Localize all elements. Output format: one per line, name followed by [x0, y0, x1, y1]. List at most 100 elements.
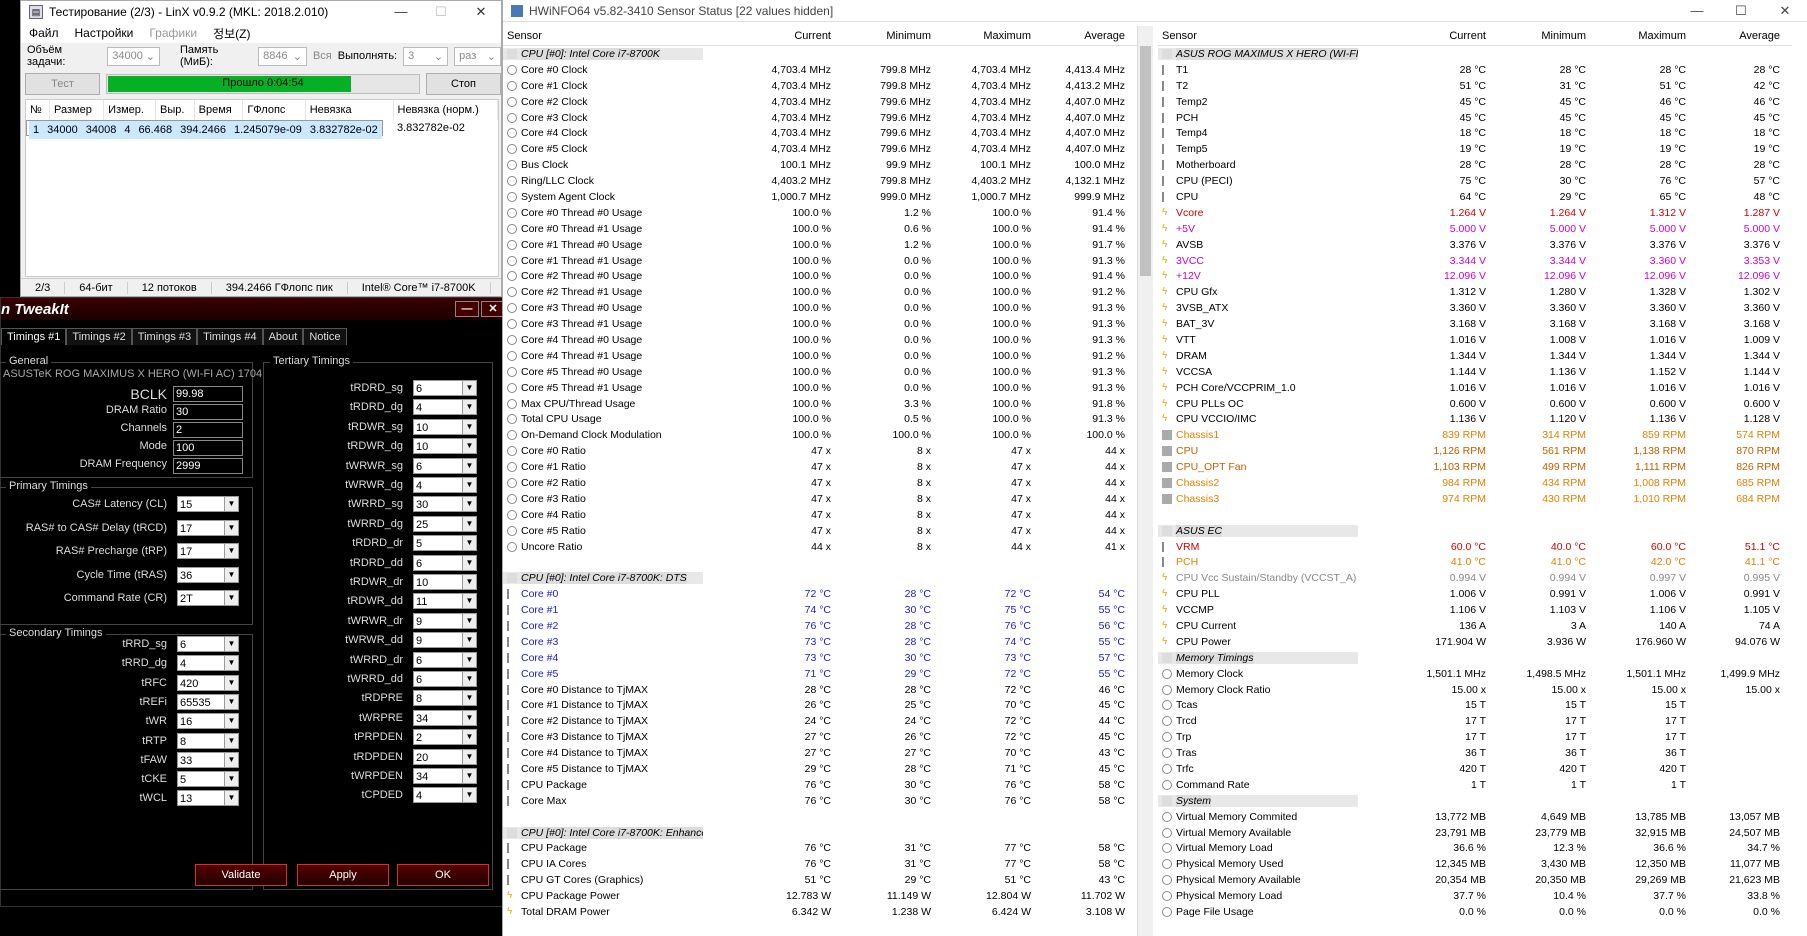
menu-file[interactable]: Файл [29, 26, 59, 40]
sensor-row[interactable] [503, 555, 1137, 571]
timing-select[interactable]: 6 ▼ [413, 554, 477, 571]
timing-select[interactable]: 4 ▼ [413, 399, 477, 416]
tab-timings-1[interactable]: Timings #1 [1, 328, 67, 345]
scrollbar-left[interactable] [1137, 26, 1153, 936]
timing-select[interactable]: 34 ▼ [413, 768, 477, 784]
sensor-row[interactable]: Total CPU Usage 100.0 % 0.5 % 100.0 % 91.3 % [503, 411, 1137, 427]
timing-select[interactable]: 6 ▼ [413, 671, 477, 687]
sensor-row[interactable]: ϟ DRAM 1.344 V 1.344 V 1.344 V 1.344 V [1158, 348, 1792, 364]
timing-select[interactable]: 33 ▼ [177, 751, 239, 768]
sensor-row[interactable]: ϟ CPU Current 136 A 3 A 140 A 74 A [1158, 618, 1792, 634]
sensor-row[interactable]: Core #3 Ratio 47 x 8 x 47 x 44 x [503, 491, 1137, 507]
sensor-row[interactable]: Core #2 76 °C 28 °C 76 °C 56 °C [503, 618, 1137, 634]
close-icon[interactable]: ✕ [461, 4, 501, 20]
timing-select[interactable]: 10 ▼ [413, 438, 477, 455]
minimize-icon[interactable]: — [455, 301, 479, 317]
sensor-row[interactable]: ϟ 3VCC 3.344 V 3.344 V 3.360 V 3.353 V [1158, 253, 1792, 269]
column-header[interactable]: ГФлопс [242, 100, 306, 120]
stop-button[interactable]: Стоп [425, 73, 501, 95]
sensor-row[interactable]: Physical Memory Available 20,354 MB 20,350… [1158, 872, 1792, 888]
run-count-combo[interactable]: 3 ⌄ [403, 46, 449, 66]
timing-select[interactable]: 25 ▼ [413, 515, 477, 532]
sensor-row[interactable]: Core #2 Thread #1 Usage 100.0 % 0.0 % 100.0… [503, 284, 1137, 300]
sensor-row[interactable]: Core #2 Thread #0 Usage 100.0 % 0.0 % 100.0… [503, 268, 1137, 284]
sensor-row[interactable]: Core #4 Clock 4,703.4 MHz 799.6 MHz 4,703.4… [503, 125, 1137, 141]
timing-select[interactable]: 17 ▼ [177, 543, 239, 559]
sensor-row[interactable]: Core #3 Distance to TjMAX 27 °C 26 °C 72 °C… [503, 729, 1137, 745]
tab-about[interactable]: About [262, 328, 304, 345]
tab-notice[interactable]: Notice [303, 328, 347, 345]
timing-select[interactable]: 20 ▼ [413, 748, 477, 765]
timing-select[interactable]: 4 ▼ [413, 787, 477, 804]
timing-select[interactable]: 65535 ▼ [177, 693, 239, 710]
sensor-row[interactable]: Core #1 Thread #0 Usage 100.0 % 1.2 % 100.0… [503, 237, 1137, 253]
sensor-row[interactable]: Core #3 73 °C 28 °C 74 °C 55 °C [503, 634, 1137, 650]
sensor-row[interactable]: Core #1 Ratio 47 x 8 x 47 x 44 x [503, 459, 1137, 475]
linx-titlebar[interactable]: ▤ Тестирование (2/3) - LinX v0.9.2 (MKL:… [21, 1, 501, 23]
timing-select[interactable]: 5 ▼ [177, 771, 239, 788]
sensor-row[interactable]: Core #0 Clock 4,703.4 MHz 799.8 MHz 4,703.4… [503, 62, 1137, 78]
sensor-row[interactable]: ϟ CPU VCCIO/IMC 1.136 V 1.120 V 1.136 V 1.128… [1158, 411, 1792, 427]
sensor-row[interactable]: ϟ CPU Gfx 1.312 V 1.280 V 1.328 V 1.302 V [1158, 284, 1792, 300]
sensor-row[interactable]: ϟ PCH Core/VCCPRIM_1.0 1.016 V 1.016 V 1.016… [1158, 380, 1792, 396]
sensor-row[interactable]: Core #3 Thread #1 Usage 100.0 % 0.0 % 100.0… [503, 316, 1137, 332]
sensor-row[interactable]: ϟ BAT_3V 3.168 V 3.168 V 3.168 V 3.168 V [1158, 316, 1792, 332]
sensor-row[interactable]: Memory Clock Ratio 15.00 x 15.00 x 15.00 x 1… [1158, 682, 1792, 698]
timing-select[interactable]: 6 ▼ [413, 380, 477, 396]
sensor-row[interactable]: ϟ CPU Vcc Sustain/Standby (VCCST_A) 0.994 … [1158, 570, 1792, 586]
timing-select[interactable]: 6 ▼ [413, 457, 477, 474]
scroll-thumb[interactable] [1140, 46, 1151, 276]
sensor-row[interactable]: Core #0 Ratio 47 x 8 x 47 x 44 x [503, 443, 1137, 459]
timing-select[interactable]: 2T ▼ [177, 590, 239, 606]
sensor-group[interactable]: ASUS EC [1158, 522, 1792, 539]
timing-select[interactable]: 17 ▼ [177, 519, 239, 536]
sensor-row[interactable]: ϟ CPU PLLs OC 0.600 V 0.600 V 0.600 V 0.600 V [1158, 396, 1792, 412]
timing-select[interactable]: 5 ▼ [413, 535, 477, 552]
sensor-group[interactable]: ASUS ROG MAXIMUS X HERO (WI-FI AC) (Nu..… [1158, 46, 1792, 62]
column-header[interactable]: Измер. [103, 100, 156, 120]
sensor-row[interactable]: Trcd 17 T 17 T 17 T [1158, 713, 1792, 729]
sensor-group[interactable]: Memory Timings [1158, 649, 1792, 666]
timing-select[interactable]: 2 ▼ [413, 729, 477, 746]
column-header[interactable]: Minimum [837, 30, 937, 42]
sensor-row[interactable]: Physical Memory Load 37.7 % 10.4 % 37.7 % 33… [1158, 888, 1792, 904]
timing-select[interactable]: 30 ▼ [413, 496, 477, 513]
sensor-row[interactable] [1158, 507, 1792, 523]
table-row[interactable]: 1 34000 34008 4 66.468 394.2466 1.245079e-09 3.… [26, 120, 383, 139]
sensor-row[interactable]: ϟ VCCSA 1.144 V 1.136 V 1.152 V 1.144 V [1158, 364, 1792, 380]
sensor-row[interactable]: Trp 17 T 17 T 17 T [1158, 729, 1792, 745]
timing-select[interactable]: 9 ▼ [413, 632, 477, 649]
sensor-row[interactable]: Core #4 Distance to TjMAX 27 °C 27 °C 70 °C… [503, 745, 1137, 761]
sensor-row[interactable]: Virtual Memory Commited 13,772 MB 4,649 MB… [1158, 809, 1792, 825]
tab-timings-3[interactable]: Timings #3 [131, 328, 198, 345]
minimize-icon[interactable]: — [381, 4, 421, 20]
run-unit-combo[interactable]: раз ⌄ [454, 46, 501, 66]
test-button[interactable]: Тест [25, 73, 101, 95]
sensor-row[interactable]: Command Rate 1 T 1 T 1 T [1158, 777, 1792, 793]
sensor-row[interactable]: Core #5 Ratio 47 x 8 x 47 x 44 x [503, 523, 1137, 539]
column-header[interactable]: Maximum [937, 30, 1037, 42]
sensor-group[interactable]: CPU [#0]: Intel Core i7-8700K [503, 46, 1137, 62]
sensor-row[interactable]: Core #4 73 °C 30 °C 73 °C 57 °C [503, 650, 1137, 666]
sensor-row[interactable]: Core #5 Thread #1 Usage 100.0 % 0.0 % 100.0… [503, 380, 1137, 396]
sensor-row[interactable]: PCH 41.0 °C 41.0 °C 42.0 °C 41.1 °C [1158, 555, 1792, 571]
column-header[interactable]: № [26, 100, 50, 120]
tweakit-titlebar[interactable]: n TweakIt — ✕ [1, 298, 507, 320]
column-header[interactable]: Current [1392, 30, 1492, 42]
sensor-row[interactable]: Core #1 74 °C 30 °C 75 °C 55 °C [503, 602, 1137, 618]
sensor-row[interactable]: Bus Clock 100.1 MHz 99.9 MHz 100.1 MHz 100.0… [503, 157, 1137, 173]
sensor-row[interactable]: CPU IA Cores 76 °C 31 °C 77 °C 58 °C [503, 856, 1137, 872]
sensor-row[interactable]: Core #0 72 °C 28 °C 72 °C 54 °C [503, 586, 1137, 602]
maximize-icon[interactable]: ☐ [1719, 3, 1763, 19]
sensor-row[interactable]: Core #2 Ratio 47 x 8 x 47 x 44 x [503, 475, 1137, 491]
sensor-row[interactable]: ϟ VCCMP 1.106 V 1.103 V 1.106 V 1.105 V [1158, 602, 1792, 618]
sensor-row[interactable]: Core #0 Thread #1 Usage 100.0 % 0.6 % 100.0… [503, 221, 1137, 237]
sensor-row[interactable]: ϟ +5V 5.000 V 5.000 V 5.000 V 5.000 V [1158, 221, 1792, 237]
sensor-row[interactable]: Core #4 Thread #1 Usage 100.0 % 0.0 % 100.0… [503, 348, 1137, 364]
sensor-row[interactable]: CPU Package 76 °C 31 °C 77 °C 58 °C [503, 841, 1137, 857]
timing-select[interactable]: 9 ▼ [413, 612, 477, 629]
sensor-row[interactable]: ϟ CPU Power 171.904 W 3.936 W 176.960 W 94.07… [1158, 634, 1792, 650]
sensor-row[interactable]: CPU 1,126 RPM 561 RPM 1,138 RPM 870 RPM [1158, 443, 1792, 459]
sensor-row[interactable]: ϟ Total DRAM Power 6.342 W 1.238 W 6.424 W 3.… [503, 904, 1137, 920]
sensor-row[interactable]: On-Demand Clock Modulation 100.0 % 100.0 %… [503, 427, 1137, 443]
